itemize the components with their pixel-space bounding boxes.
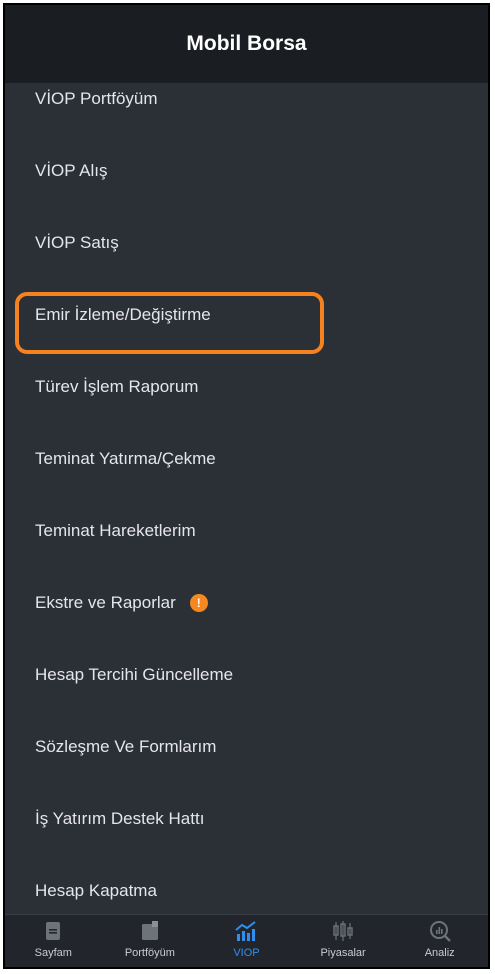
menu-item-label: Hesap Tercihi Güncelleme <box>35 665 234 684</box>
tab-analiz[interactable]: Analiz <box>391 915 488 967</box>
menu-item-label: Teminat Yatırma/Çekme <box>35 449 216 468</box>
menu-item-label: Hesap Kapatma <box>35 881 157 900</box>
menu-item-label: VİOP Alış <box>35 161 108 180</box>
tab-viop[interactable]: VIOP <box>198 915 295 967</box>
menu-item-label: Türev İşlem Raporum <box>35 377 199 396</box>
menu-item-label: Ekstre ve Raporlar <box>35 593 176 612</box>
menu-item-hesap-tercihi-guncelleme[interactable]: Hesap Tercihi Güncelleme <box>5 639 488 711</box>
menu-item-label: Emir İzleme/Değiştirme <box>35 305 211 324</box>
menu-item-is-yatirim-destek-hatti[interactable]: İş Yatırım Destek Hattı <box>5 783 488 855</box>
page-icon <box>46 922 61 940</box>
viop-chart-icon <box>235 921 257 941</box>
tab-portfoyum[interactable]: Portföyüm <box>102 915 199 967</box>
menu-item-teminat-yatirma-cekme[interactable]: Teminat Yatırma/Çekme <box>5 423 488 495</box>
phone-screen: Mobil Borsa VİOP Portföyüm VİOP Alış VİO… <box>3 3 490 969</box>
candlestick-icon <box>333 921 353 941</box>
menu-item-label: VİOP Portföyüm <box>35 89 158 108</box>
menu-item-label: Teminat Hareketlerim <box>35 521 196 540</box>
tab-sayfam[interactable]: Sayfam <box>5 915 102 967</box>
menu-item-teminat-hareketlerim[interactable]: Teminat Hareketlerim <box>5 495 488 567</box>
menu-item-label: Sözleşme Ve Formlarım <box>35 737 217 756</box>
menu-item-ekstre-ve-raporlar[interactable]: Ekstre ve Raporlar ! <box>5 567 488 639</box>
analysis-magnifier-icon <box>429 921 451 942</box>
bottom-tab-bar: Sayfam Portföyüm VIOP Piyasalar Analiz <box>5 914 488 967</box>
menu-item-sozlesme-ve-formlarim[interactable]: Sözleşme Ve Formlarım <box>5 711 488 783</box>
menu-item-viop-satis[interactable]: VİOP Satış <box>5 207 488 279</box>
portfolio-icon <box>141 921 158 940</box>
menu-item-viop-portfoyum[interactable]: VİOP Portföyüm <box>5 63 488 135</box>
alert-badge-icon: ! <box>189 594 208 612</box>
viop-menu-list: VİOP Portföyüm VİOP Alış VİOP Satış Emir… <box>5 63 488 927</box>
tab-label: Portföyüm <box>124 947 175 959</box>
tab-label: VIOP <box>233 947 260 959</box>
tab-label: Analiz <box>424 947 455 959</box>
menu-item-label: VİOP Satış <box>35 233 119 252</box>
app-title: Mobil Borsa <box>186 32 307 55</box>
menu-item-turev-islem-raporum[interactable]: Türev İşlem Raporum <box>5 351 488 423</box>
menu-item-label: İş Yatırım Destek Hattı <box>35 809 205 828</box>
tab-piyasalar[interactable]: Piyasalar <box>295 915 392 967</box>
tab-label: Piyasalar <box>320 947 366 959</box>
menu-item-emir-izleme-degistirme[interactable]: Emir İzleme/Değiştirme <box>5 279 488 351</box>
menu-item-viop-alis[interactable]: VİOP Alış <box>5 135 488 207</box>
tab-label: Sayfam <box>34 947 72 959</box>
